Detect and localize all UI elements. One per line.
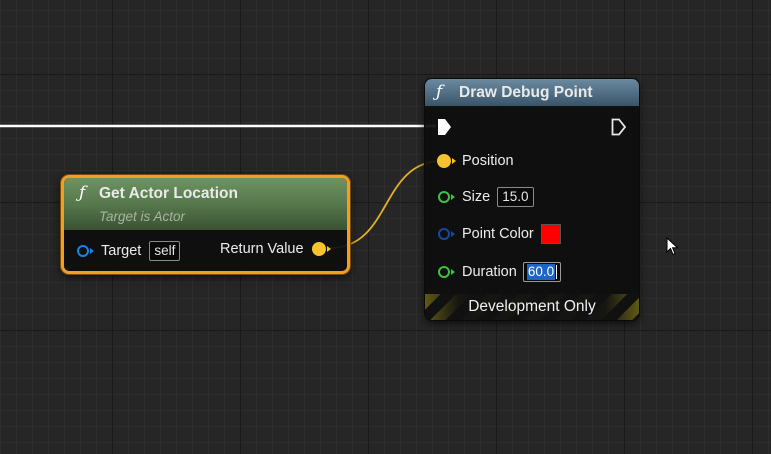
duration-pin-row[interactable]: Duration 60.0 [438,261,562,283]
object-pin-icon[interactable] [77,245,89,257]
point-color-label: Point Color [462,226,534,242]
position-label: Position [462,153,514,169]
function-icon: ƒ [79,183,86,203]
pin-arrow-icon [452,158,456,164]
pin-arrow-icon [451,269,455,275]
size-pin-row[interactable]: Size 15.0 [438,186,534,208]
point-color-swatch[interactable] [540,224,561,244]
node-title: Get Actor Location [99,185,238,202]
size-label: Size [462,189,491,205]
development-only-banner: Development Only [425,294,639,320]
color-pin-icon[interactable] [438,228,450,240]
node-subtitle: Target is Actor [99,209,186,224]
node-title: Draw Debug Point [459,84,593,101]
duration-selected-text: 60.0 [526,264,556,280]
float-pin-icon[interactable] [438,191,450,203]
get-actor-location-node[interactable]: ƒ Get Actor Location Target is Actor Tar… [61,175,350,274]
target-label: Target [101,243,142,259]
function-icon: ƒ [436,82,443,102]
position-pin-row[interactable]: Position [437,150,514,172]
size-value-field[interactable]: 15.0 [497,187,534,207]
development-only-label: Development Only [468,298,596,315]
node-header[interactable]: ƒ Get Actor Location Target is Actor [64,178,347,230]
pin-arrow-icon [451,231,455,237]
vector-pin-icon[interactable] [437,154,451,168]
return-value-label: Return Value [220,241,304,257]
duration-value-field[interactable]: 60.0 [522,262,562,282]
duration-label: Duration [462,264,517,280]
mouse-pointer-icon [666,237,679,256]
pin-arrow-icon [326,246,331,252]
pin-arrow-icon [90,248,94,254]
vector-pin-icon[interactable] [311,242,326,256]
exec-in-pin-icon[interactable] [437,118,453,136]
float-pin-icon[interactable] [438,266,450,278]
node-header[interactable]: ƒ Draw Debug Point [425,79,639,106]
draw-debug-point-node[interactable]: ƒ Draw Debug Point Position Size 15.0 Po… [424,78,640,321]
text-caret [556,265,558,279]
pin-arrow-icon [451,194,455,200]
target-value-field[interactable]: self [149,241,181,261]
exec-out-pin-icon[interactable] [611,118,627,136]
target-pin-row[interactable]: Target self [77,240,181,262]
return-value-pin-row[interactable]: Return Value [220,238,331,260]
point-color-pin-row[interactable]: Point Color [438,223,561,245]
